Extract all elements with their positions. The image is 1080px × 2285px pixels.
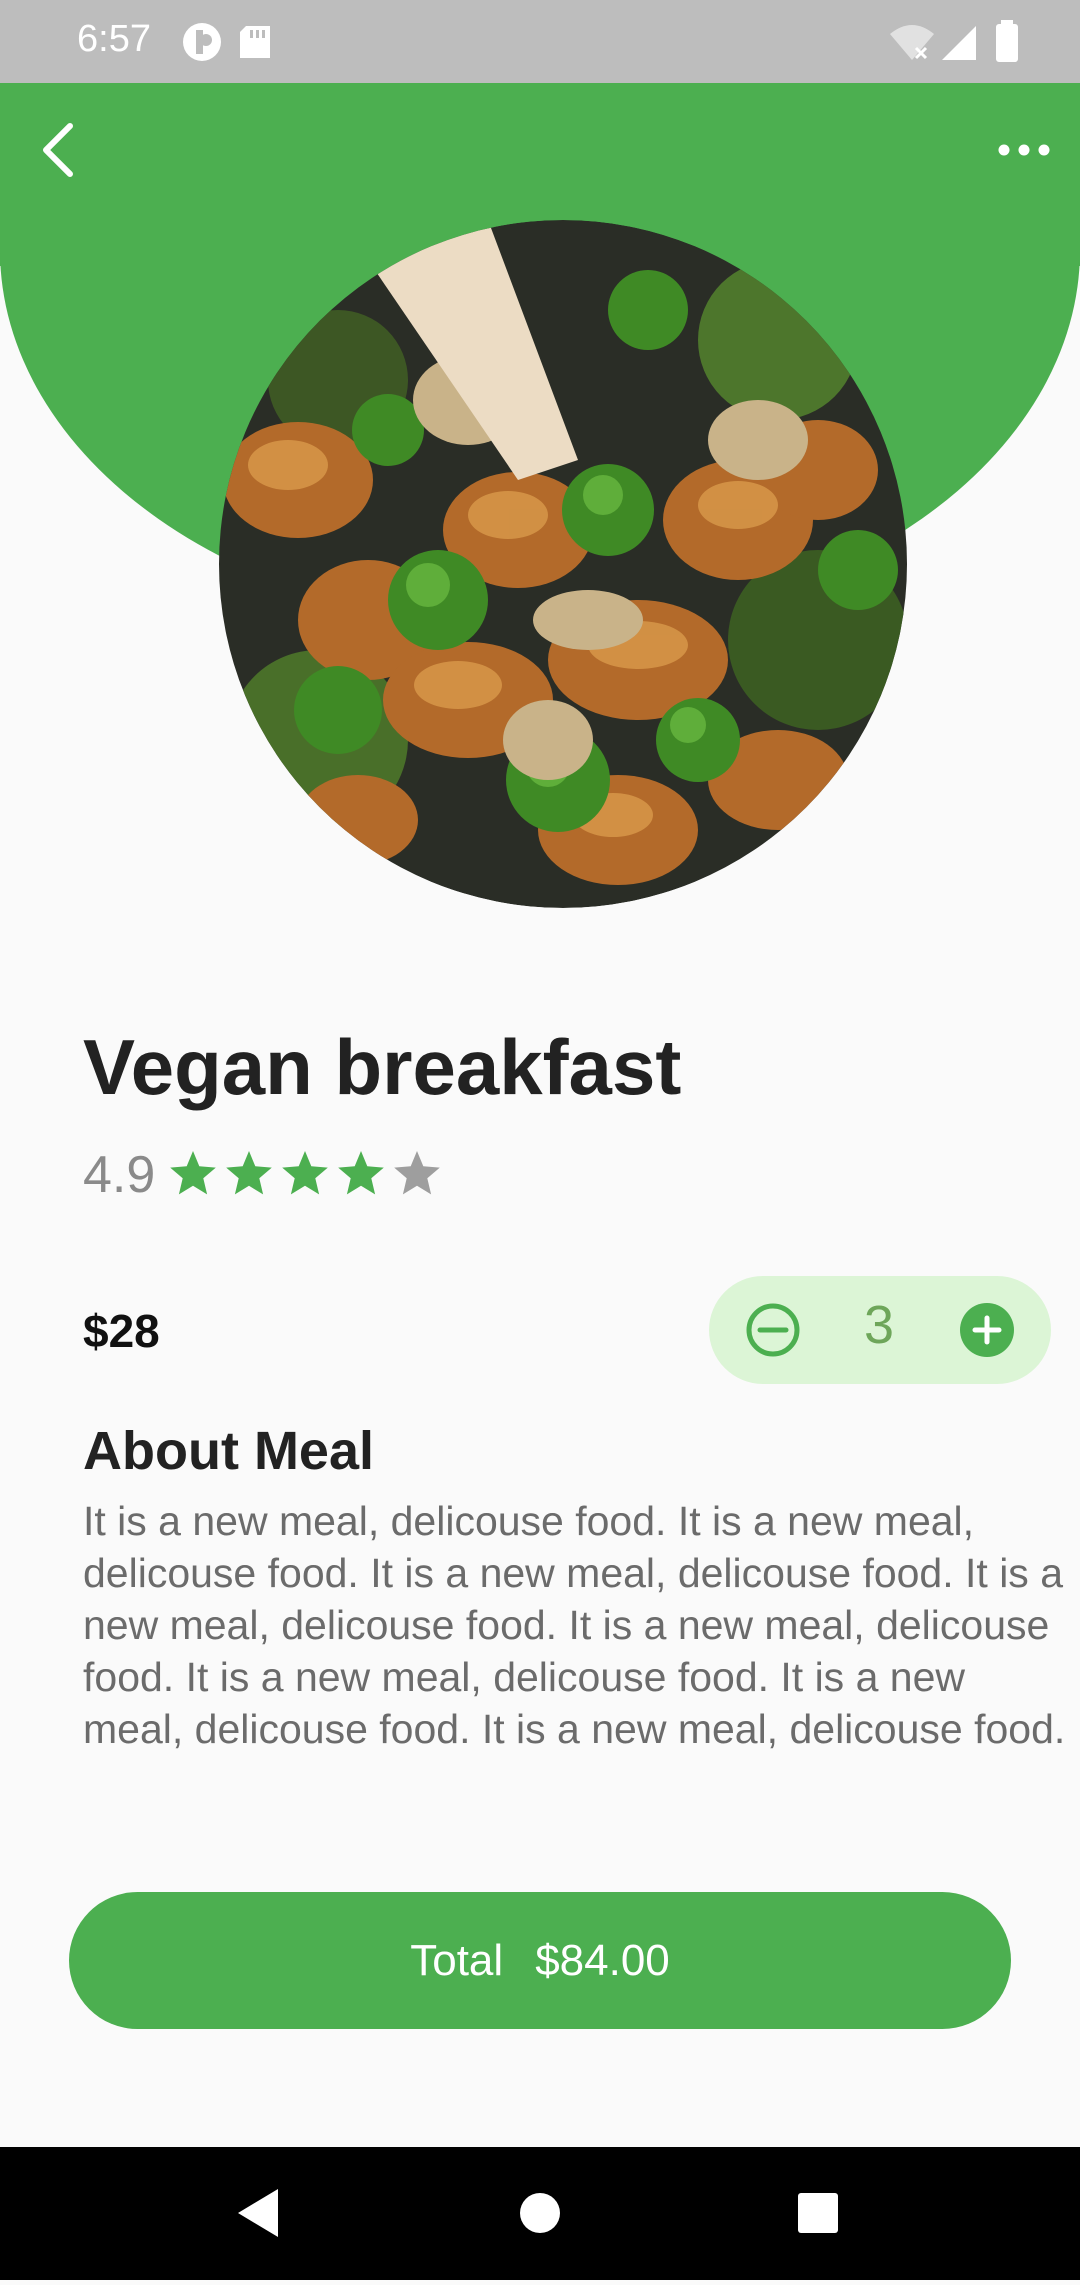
total-label: Total xyxy=(410,1935,504,1985)
status-left-icons xyxy=(183,23,270,61)
wifi-off-icon xyxy=(890,25,934,60)
about-title: About Meal xyxy=(83,1421,374,1481)
star-icon xyxy=(338,1151,384,1195)
status-bar: 6:57 xyxy=(0,0,1080,83)
quantity-value: 3 xyxy=(863,1295,895,1355)
star-icon xyxy=(226,1151,272,1195)
rating-value: 4.9 xyxy=(83,1146,156,1204)
decrease-quantity-button[interactable] xyxy=(745,1302,801,1358)
meal-title: Vegan breakfast xyxy=(83,1023,682,1111)
back-arrow-icon[interactable] xyxy=(28,118,92,182)
more-options-icon[interactable] xyxy=(992,118,1056,182)
home-nav-icon[interactable] xyxy=(520,2193,560,2233)
recents-nav-icon[interactable] xyxy=(798,2193,838,2233)
app-notification-icon xyxy=(183,23,221,61)
star-icon xyxy=(282,1151,328,1195)
system-nav-bar xyxy=(0,2147,1080,2280)
total-amount: $84.00 xyxy=(535,1935,670,1985)
star-icon xyxy=(170,1151,216,1195)
status-right-icons xyxy=(890,20,1018,62)
meal-photo xyxy=(219,220,907,908)
increase-quantity-button[interactable] xyxy=(959,1302,1015,1358)
about-text: It is a new meal, delicouse food. It is … xyxy=(83,1498,1066,1752)
back-nav-icon[interactable] xyxy=(238,2189,278,2237)
rating-stars xyxy=(170,1151,440,1195)
total-button[interactable]: Total $84.00 xyxy=(69,1892,1011,2029)
quantity-stepper: 3 xyxy=(709,1276,1051,1384)
status-time: 6:57 xyxy=(77,18,151,60)
sd-card-icon xyxy=(240,26,270,58)
price: $28 xyxy=(83,1305,160,1357)
star-icon xyxy=(394,1151,440,1195)
cellular-signal-icon xyxy=(942,26,976,60)
battery-icon xyxy=(996,20,1018,62)
